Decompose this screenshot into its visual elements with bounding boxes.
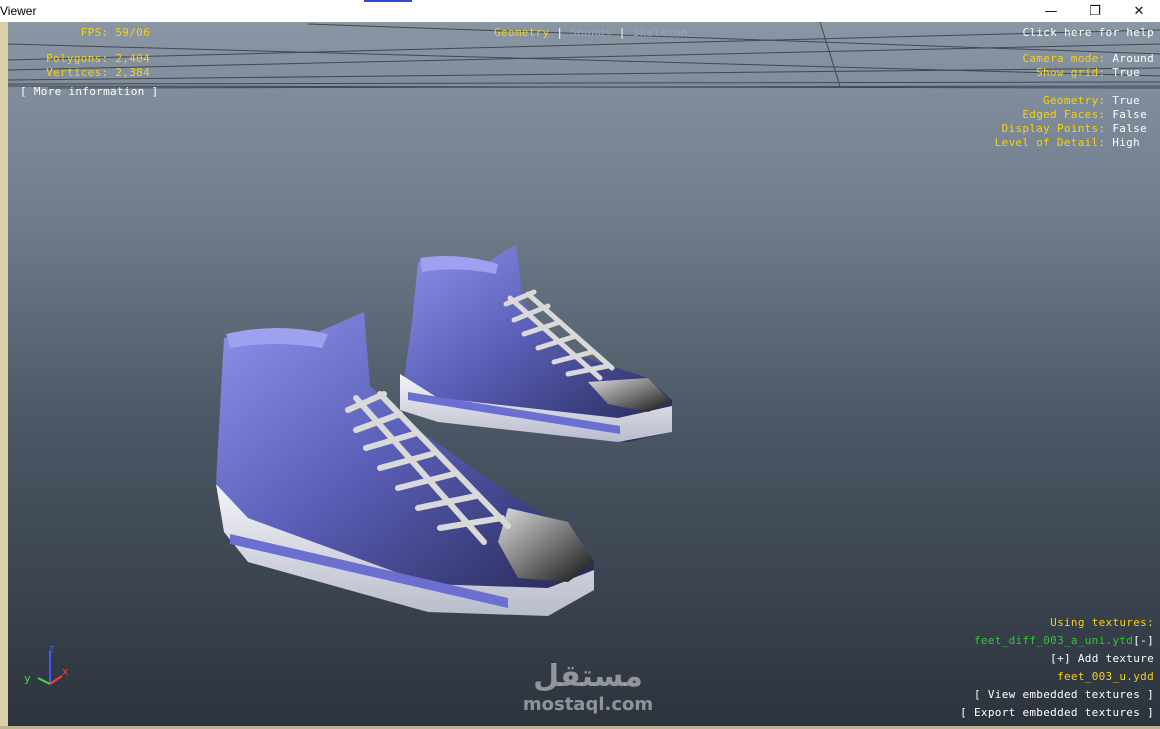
restore-button[interactable]: ❐ [1072,0,1118,22]
more-information-link[interactable]: [ More information ] [20,85,158,99]
tab-separator: | [618,26,626,39]
minimize-icon: — [1044,3,1058,19]
edged-faces-value: False [1112,108,1147,121]
restore-icon: ❐ [1089,3,1101,19]
geometry-value: True [1112,94,1140,107]
texture-entry: feet_diff_003_a_uni.ytd[-] [974,634,1154,648]
polygons-label: Polygons: [46,52,109,65]
geometry-setting[interactable]: Geometry: True [1043,94,1140,108]
show-grid-value: True [1112,66,1140,79]
titlebar-accent [364,0,412,2]
window-titlebar: Viewer — ❐ ✕ [0,0,1160,23]
minimize-button[interactable]: — [1028,0,1074,22]
sneakers-model [216,244,672,616]
window-left-border [0,22,8,726]
model-file-name: feet_003_u.ydd [1057,670,1154,683]
textures-heading: Using textures: [1050,616,1154,629]
tab-sounds[interactable]: Sounds [570,26,612,39]
level-of-detail-label: Level of Detail: [994,136,1106,149]
watermark-arabic: مستقل [533,659,643,694]
polygons-value: 2,404 [115,52,150,65]
model-viewport[interactable]: FPS: 59/06 Polygons: 2,404 Vertices: 2,3… [8,22,1160,726]
help-link[interactable]: Click here for help [1022,26,1154,40]
axis-x-label: x [62,665,69,678]
vertices-label: Vertices: [46,66,109,79]
level-of-detail-setting[interactable]: Level of Detail: High [995,136,1140,150]
show-grid-label: Show grid: [1036,66,1106,79]
tab-separator: | [556,26,564,39]
view-embedded-textures-button[interactable]: [ View embedded textures ] [974,688,1154,702]
polygons-readout: Polygons: 2,404 [28,52,150,66]
fps-readout: FPS: 59/06 [28,26,150,40]
display-points-value: False [1112,122,1147,135]
camera-mode-value: Around [1112,52,1154,65]
display-points-label: Display Points: [1001,122,1106,135]
vertices-readout: Vertices: 2,384 [28,66,150,80]
right-shoe [400,244,672,442]
axis-z-label: z [48,642,55,655]
watermark-latin: mostaql.com [522,694,654,715]
tab-geometry[interactable]: Geometry [494,26,549,39]
window-title: Viewer [0,4,37,18]
axis-y-label: y [24,672,31,685]
close-icon: ✕ [1133,3,1145,19]
edged-faces-label: Edged Faces: [1022,108,1106,121]
vertices-value: 2,384 [115,66,150,79]
display-points-setting[interactable]: Display Points: False [1002,122,1147,136]
close-button[interactable]: ✕ [1116,0,1160,22]
fps-label: FPS: [80,26,109,39]
show-grid-setting[interactable]: Show grid: True [1036,66,1140,80]
edged-faces-setting[interactable]: Edged Faces: False [1022,108,1147,122]
level-of-detail-value: High [1112,136,1140,149]
texture-file-link[interactable]: feet_diff_003_a_uni.ytd [974,634,1133,647]
mostaql-watermark: مستقل mostaql.com [508,660,668,716]
geometry-label: Geometry: [1043,94,1106,107]
export-embedded-textures-button[interactable]: [ Export embedded textures ] [960,706,1154,720]
camera-mode-setting[interactable]: Camera mode: Around [1022,52,1154,66]
remove-texture-button[interactable]: [-] [1133,634,1154,647]
add-texture-button[interactable]: [+] Add texture [1050,652,1154,666]
tab-skeleton[interactable]: Skeleton [633,26,688,39]
camera-mode-label: Camera mode: [1022,52,1106,65]
fps-value: 59/06 [115,26,150,39]
viewer-tabs: Geometry | Sounds | Skeleton [494,26,688,40]
